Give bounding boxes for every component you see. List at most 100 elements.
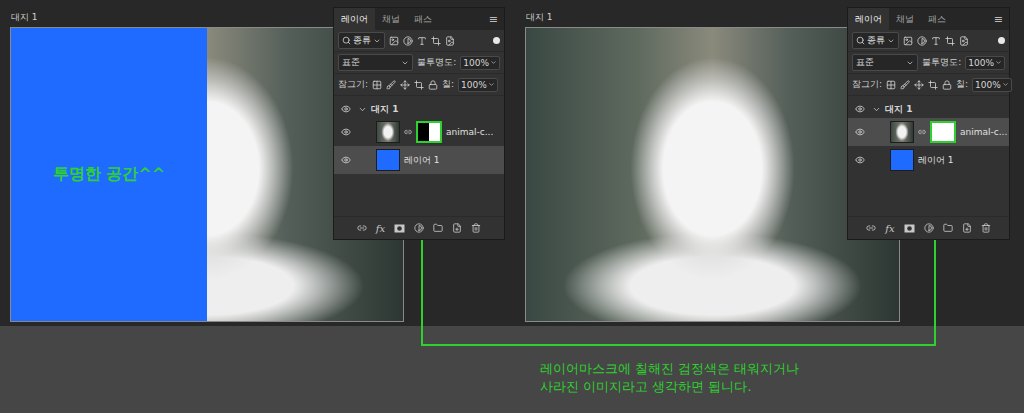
panel-tab[interactable]: 레이어: [848, 8, 889, 30]
filter-dropdown[interactable]: 종류: [338, 32, 385, 49]
eye-icon[interactable]: [341, 127, 351, 137]
layer-row[interactable]: 레이어 1: [334, 146, 504, 174]
layer-thumbnail: [376, 121, 400, 143]
panel-tab-bar: 레이어채널패스 ≡: [334, 8, 504, 30]
lock-artboard-icon[interactable]: [928, 80, 938, 90]
lock-position-icon[interactable]: [914, 80, 924, 90]
opacity-field[interactable]: 100%: [460, 56, 500, 70]
layer-style-button[interactable]: fx: [885, 223, 894, 234]
visibility-cell[interactable]: [852, 104, 868, 114]
filter-toggle[interactable]: [998, 37, 1005, 44]
adjustment-layer-icon[interactable]: [924, 223, 934, 233]
caption-area: 레이어마스크에 칠해진 검정색은 태워지거나사라진 이미지라고 생각하면 됩니다…: [0, 326, 1024, 413]
lock-all-icon[interactable]: [942, 80, 952, 90]
add-mask-icon[interactable]: [904, 223, 915, 234]
layer-row[interactable]: animal-c...: [848, 118, 1009, 146]
visibility-cell[interactable]: [338, 127, 354, 137]
type-filter-icon[interactable]: [931, 36, 941, 46]
lock-all-icon[interactable]: [428, 80, 438, 90]
chevron-down-icon: [1002, 81, 1009, 88]
adjustment-layer-icon[interactable]: [414, 223, 424, 233]
smart-object-filter-icon[interactable]: [445, 36, 455, 46]
panel-tab[interactable]: 패스: [921, 8, 953, 30]
filter-dropdown[interactable]: 종류: [852, 32, 899, 49]
layer-mask-thumbnail[interactable]: [930, 121, 956, 143]
opacity-field[interactable]: 100%: [965, 56, 1005, 70]
eye-icon[interactable]: [855, 155, 865, 165]
group-row[interactable]: 대지 1: [848, 100, 1009, 118]
panel-menu-button[interactable]: ≡: [483, 8, 504, 30]
visibility-cell[interactable]: [338, 155, 354, 165]
mask-link-icon[interactable]: [918, 128, 926, 136]
panel-tab[interactable]: 패스: [407, 8, 439, 30]
panel-footer: fx: [334, 216, 504, 239]
blend-mode-dropdown[interactable]: 표준: [338, 54, 413, 71]
panel-footer: fx: [848, 216, 1009, 239]
blend-mode-dropdown[interactable]: 표준: [852, 54, 918, 71]
layer-name: animal-c...: [960, 127, 1007, 137]
lock-pixels-icon[interactable]: [900, 80, 910, 90]
panel-tab[interactable]: 채널: [889, 8, 921, 30]
layer-thumbnail: [890, 121, 914, 143]
adjustment-filter-icon[interactable]: [403, 36, 413, 46]
lock-row: 잠그기:칠:100%: [334, 74, 504, 96]
layer-style-button[interactable]: fx: [376, 223, 385, 234]
filter-icons: [903, 36, 969, 46]
layer-row[interactable]: animal-c...: [334, 118, 504, 146]
panel-menu-button[interactable]: ≡: [988, 8, 1009, 30]
lock-transparency-icon[interactable]: [372, 80, 382, 90]
trash-icon[interactable]: [471, 223, 481, 233]
layer-thumbnail: [376, 149, 400, 171]
new-group-icon[interactable]: [433, 223, 443, 233]
pixel-filter-icon[interactable]: [903, 36, 913, 46]
panel-tab[interactable]: 채널: [375, 8, 407, 30]
link-layers-icon[interactable]: [866, 223, 876, 233]
adjustment-filter-icon[interactable]: [917, 36, 927, 46]
visibility-cell[interactable]: [852, 127, 868, 137]
group-row[interactable]: 대지 1: [334, 100, 504, 118]
caption-line: 사라진 이미지라고 생각하면 됩니다.: [540, 378, 1024, 396]
visibility-cell[interactable]: [338, 104, 354, 114]
type-filter-icon[interactable]: [417, 36, 427, 46]
eye-icon[interactable]: [855, 127, 865, 137]
link-layers-icon[interactable]: [357, 223, 367, 233]
new-group-icon[interactable]: [943, 223, 953, 233]
eye-icon[interactable]: [855, 104, 865, 114]
new-layer-icon[interactable]: [962, 223, 972, 233]
shape-filter-icon[interactable]: [945, 36, 955, 46]
chevron-down-icon: [401, 59, 409, 67]
layer-list: 대지 1animal-c... 레이어 1: [334, 96, 504, 216]
cat-photo: [526, 28, 899, 321]
eye-icon[interactable]: [341, 155, 351, 165]
layer-mask-thumbnail[interactable]: [416, 121, 442, 143]
new-layer-icon[interactable]: [452, 223, 462, 233]
panel-tab[interactable]: 레이어: [334, 8, 375, 30]
filter-toggle[interactable]: [493, 37, 500, 44]
shape-filter-icon[interactable]: [431, 36, 441, 46]
layer-row[interactable]: 레이어 1: [848, 146, 1009, 174]
lock-position-icon[interactable]: [400, 80, 410, 90]
trash-icon[interactable]: [981, 223, 991, 233]
annotation-text: 투명한 공간^^: [53, 164, 165, 185]
lock-artboard-icon[interactable]: [414, 80, 424, 90]
fill-field[interactable]: 100%: [458, 78, 498, 92]
lock-pixels-icon[interactable]: [386, 80, 396, 90]
opacity-label: 불투명도:: [417, 56, 456, 69]
caption-line: 레이어마스크에 칠해진 검정색은 태워지거나: [540, 360, 1024, 378]
visibility-cell[interactable]: [852, 155, 868, 165]
eye-icon[interactable]: [341, 104, 351, 114]
add-mask-icon[interactable]: [394, 223, 405, 234]
pixel-filter-icon[interactable]: [389, 36, 399, 46]
lock-label: 잠그기:: [852, 78, 882, 91]
lock-transparency-icon[interactable]: [886, 80, 896, 90]
artboard-label: 대지 1: [525, 8, 900, 27]
mask-link-icon[interactable]: [404, 128, 412, 136]
filter-row: 종류: [848, 30, 1009, 52]
transparent-area: 투명한 공간^^: [11, 28, 207, 321]
expand-chevron-icon[interactable]: [872, 105, 881, 114]
fill-field[interactable]: 100%: [972, 78, 1012, 92]
expand-chevron-icon[interactable]: [358, 105, 367, 114]
smart-object-filter-icon[interactable]: [959, 36, 969, 46]
layer-name: 레이어 1: [404, 154, 440, 167]
tutorial-screen: 대지 1투명한 공간^^레이어채널패스≡종류표준불투명도:100%잠그기:칠:1…: [0, 0, 1024, 413]
